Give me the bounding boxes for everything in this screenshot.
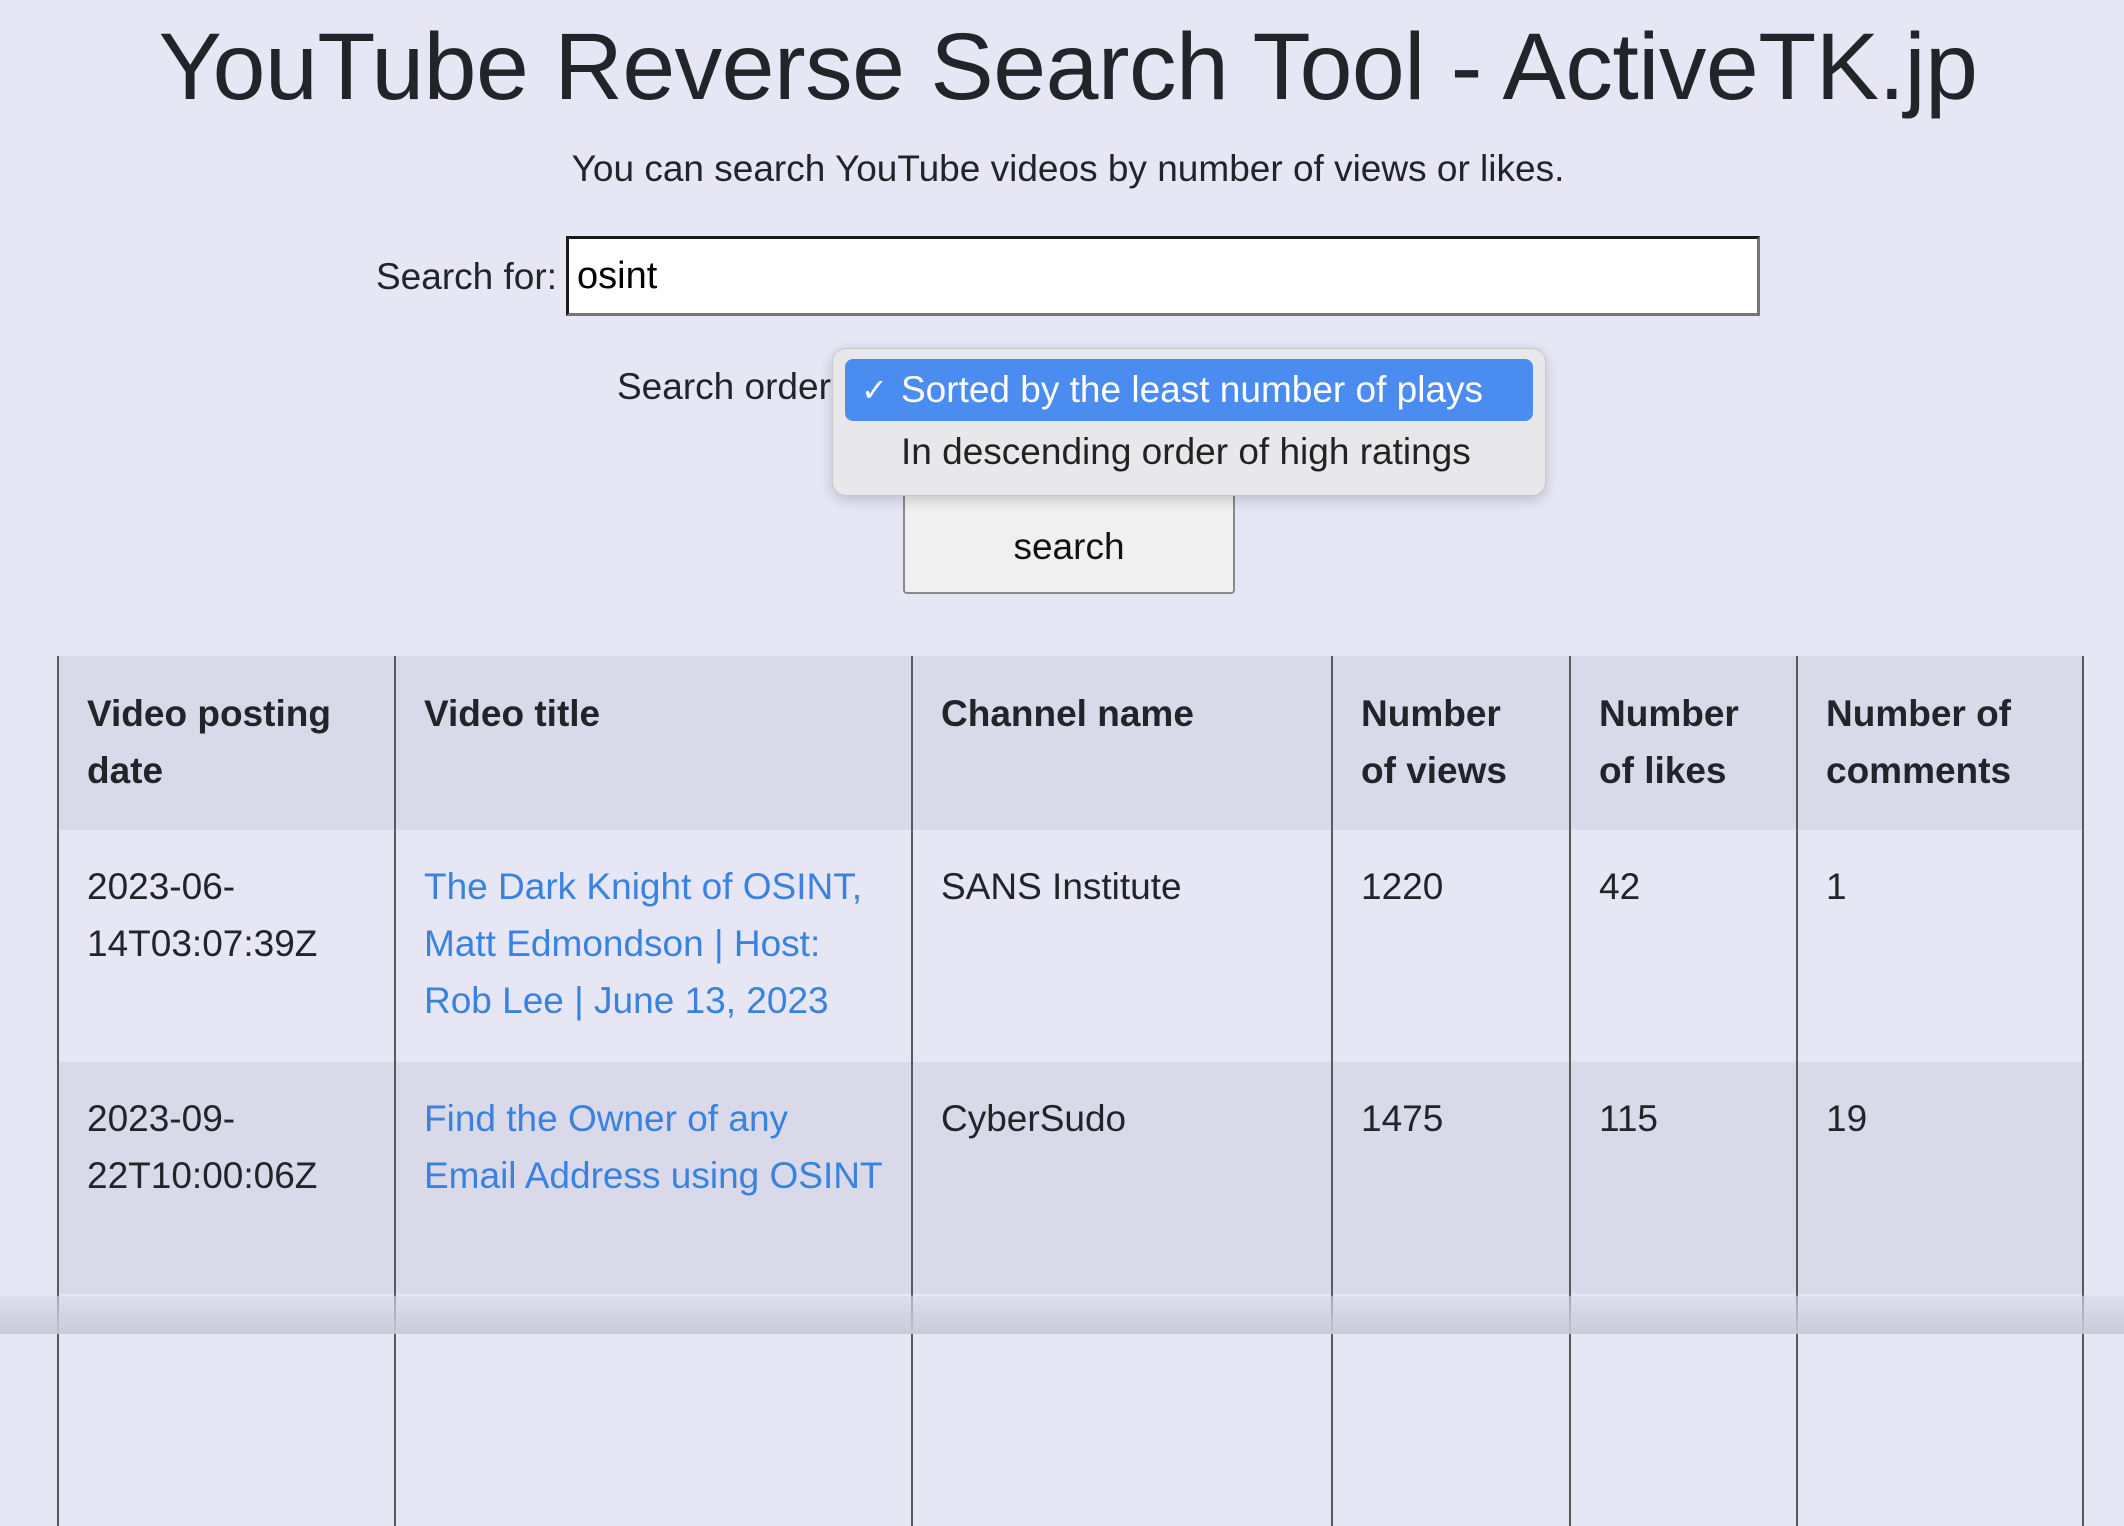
cell-views: 1220 — [1331, 830, 1571, 1062]
search-order-dropdown: ✓ Sorted by the least number of plays In… — [832, 348, 1546, 496]
option-high-ratings[interactable]: In descending order of high ratings — [845, 421, 1533, 483]
page-subtitle: You can search YouTube videos by number … — [571, 148, 1565, 189]
table-row: 2023-06-14T03:07:39Z The Dark Knight of … — [57, 830, 2084, 1062]
cell-title: The Dark Knight of OSINT, Matt Edmondson… — [394, 830, 913, 1062]
column-header-title[interactable]: Video title — [394, 656, 913, 830]
column-header-likes[interactable]: Number of likes — [1569, 656, 1798, 830]
cell-views — [1331, 1294, 1571, 1526]
page-title: YouTube Reverse Search Tool - ActiveTK.j… — [158, 14, 1978, 120]
cell-channel: CyberSudo — [911, 1062, 1333, 1294]
search-input[interactable] — [566, 236, 1760, 316]
cell-channel: SANS Institute — [911, 830, 1333, 1062]
cell-comments: 19 — [1796, 1062, 2084, 1294]
cell-likes: 42 — [1569, 830, 1798, 1062]
cell-channel — [911, 1294, 1333, 1526]
cell-likes: 115 — [1569, 1062, 1798, 1294]
column-header-comments[interactable]: Number of comments — [1796, 656, 2084, 830]
option-label: In descending order of high ratings — [901, 431, 1471, 472]
cell-date: 2023-06-14T03:07:39Z — [57, 830, 396, 1062]
checkmark-icon: ✓ — [861, 372, 888, 408]
option-label: Sorted by the least number of plays — [901, 369, 1484, 410]
video-title-link[interactable]: Find the Owner of any Email Address usin… — [424, 1098, 883, 1196]
cell-date — [57, 1294, 396, 1526]
cell-views: 1475 — [1331, 1062, 1571, 1294]
cell-title — [394, 1294, 913, 1526]
table-row: 2023-09-22T10:00:06Z Find the Owner of a… — [57, 1062, 2084, 1294]
cell-date: 2023-09-22T10:00:06Z — [57, 1062, 396, 1294]
column-header-date[interactable]: Video posting date — [57, 656, 396, 830]
cell-comments — [1796, 1294, 2084, 1526]
results-table-container: Video posting date Video title Channel n… — [57, 656, 2084, 1526]
search-label: Search for: — [376, 256, 557, 297]
option-least-plays[interactable]: ✓ Sorted by the least number of plays — [845, 359, 1533, 421]
table-row — [57, 1294, 2084, 1526]
video-title-link[interactable]: The Dark Knight of OSINT, Matt Edmondson… — [424, 866, 862, 1021]
search-order-label: Search order — [617, 366, 831, 407]
cell-likes — [1569, 1294, 1798, 1526]
column-header-views[interactable]: Number of views — [1331, 656, 1571, 830]
column-header-channel[interactable]: Channel name — [911, 656, 1333, 830]
cell-title: Find the Owner of any Email Address usin… — [394, 1062, 913, 1294]
table-header-row: Video posting date Video title Channel n… — [57, 656, 2084, 830]
results-table: Video posting date Video title Channel n… — [57, 656, 2084, 1526]
cell-comments: 1 — [1796, 830, 2084, 1062]
